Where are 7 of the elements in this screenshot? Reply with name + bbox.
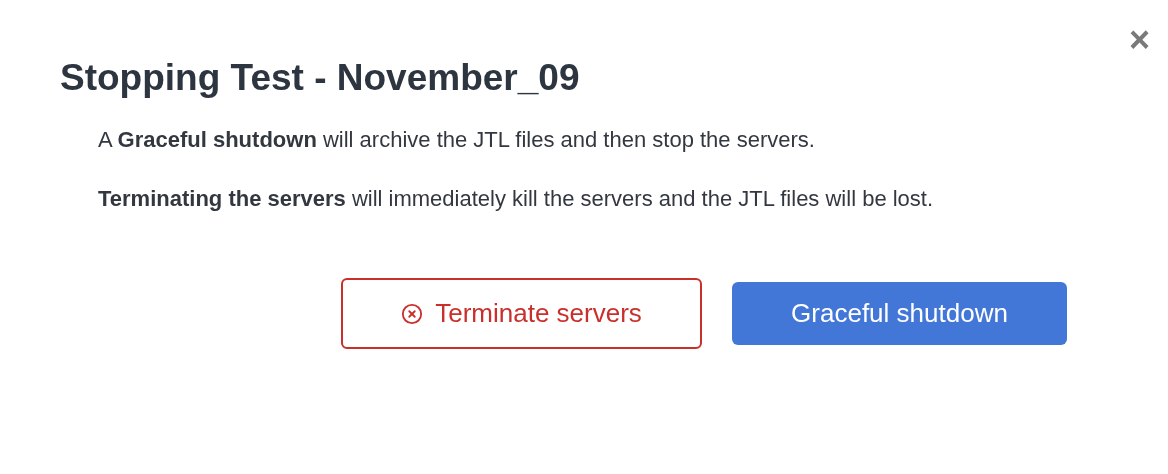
dialog-title: Stopping Test - November_09 [60, 56, 581, 100]
shutdown-button[interactable]: Graceful shutdown [732, 282, 1067, 345]
message-text: Terminating the servers will immediately kill the servers and the JTL files will be lost. [98, 185, 935, 213]
terminate-button[interactable]: Terminate servers [341, 278, 702, 349]
close-circle-icon [401, 302, 424, 325]
close-button[interactable]: × [1128, 22, 1150, 58]
message-text: A Graceful shutdown will archive the JTL files and then stop the servers. [98, 126, 816, 154]
